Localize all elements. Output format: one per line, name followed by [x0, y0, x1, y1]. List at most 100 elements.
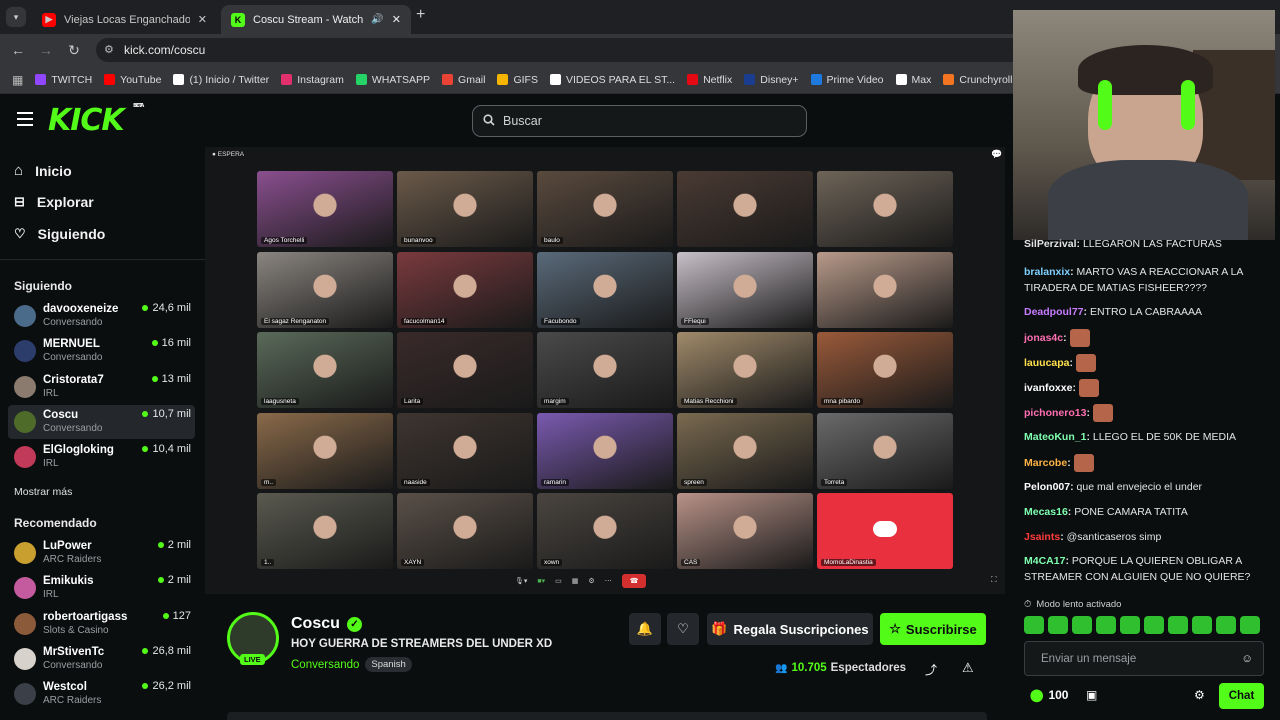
url-bar[interactable]: ⚙ kick.com/coscu [96, 38, 1036, 62]
forward-arrow-icon[interactable]: → [38, 42, 54, 58]
participant-tile[interactable]: ramarin [537, 412, 673, 489]
chat-bubble-icon[interactable]: 💬 [991, 149, 1002, 160]
emoji-icon[interactable]: ☺ [1241, 653, 1253, 665]
chat-settings-icon[interactable]: ⚙ [1194, 688, 1205, 702]
reload-icon[interactable]: ↻ [66, 42, 82, 58]
chat-username[interactable]: Jsaints [1024, 531, 1060, 543]
chat-username[interactable]: pichonero13 [1024, 407, 1086, 419]
chat-username[interactable]: Deadpoul77 [1024, 306, 1084, 318]
participant-tile[interactable]: Facubondo [537, 251, 673, 328]
sidebar-channel-lupower[interactable]: LuPower ARC Raiders 2 mil [8, 536, 195, 570]
chat-username[interactable]: Marcobe [1024, 457, 1067, 469]
chat-username[interactable]: Pelon007 [1024, 481, 1070, 493]
emote-icon[interactable] [1024, 616, 1044, 634]
sidebar-channel-mrstiventc[interactable]: MrStivenTc Conversando 26,8 mil [8, 642, 195, 676]
category-link[interactable]: Conversando [291, 659, 359, 671]
participant-tile[interactable]: margim [537, 332, 673, 408]
site-info-icon[interactable]: ⚙ [104, 43, 114, 56]
chat-input[interactable]: Enviar un mensaje ☺ [1024, 641, 1264, 676]
bookmark-item[interactable]: WHATSAPP [355, 74, 430, 86]
bookmark-item[interactable]: YouTube [104, 74, 161, 86]
nav-inicio[interactable]: ⌂ Inicio [14, 162, 72, 179]
bookmark-item[interactable]: Gmail [442, 74, 485, 86]
participant-tile[interactable]: Agos Torchelli [257, 171, 393, 247]
participant-tile[interactable]: spreen [677, 412, 813, 489]
browser-tab-2[interactable]: K Coscu Stream - Watch Live 🔊 ✕ [221, 5, 411, 34]
camera-icon[interactable]: ■▾ [537, 577, 545, 585]
emote-icon[interactable] [1048, 616, 1068, 634]
sidebar-channel-robertoartigass[interactable]: robertoartigass Slots & Casino 127 [8, 607, 195, 641]
participant-tile[interactable] [817, 171, 953, 247]
browser-tab-1[interactable]: ▶ Viejas Locas Enganchados Parte ✕ [32, 5, 217, 34]
search-input[interactable]: Buscar [472, 105, 807, 137]
chat-username[interactable]: Mecas16 [1024, 506, 1068, 518]
participant-tile[interactable]: xown [537, 493, 673, 569]
participant-tile[interactable]: baulo [537, 171, 673, 247]
kick-logo[interactable]: KICK BETA [48, 103, 144, 138]
show-more-link[interactable]: Mostrar más [14, 486, 72, 498]
follow-button[interactable]: ♡ [667, 613, 699, 645]
participant-tile[interactable]: El sagaz Renganaton [257, 251, 393, 328]
participant-tile[interactable]: XAYN [397, 493, 533, 569]
emote-icon[interactable] [1120, 616, 1140, 634]
fullscreen-icon[interactable]: ⛶ [991, 575, 997, 585]
sidebar-channel-mernuel[interactable]: MERNUEL Conversando 16 mil [8, 334, 195, 368]
close-tab-icon[interactable]: ✕ [392, 13, 401, 26]
bookmark-item[interactable]: GIFS [497, 74, 538, 86]
back-arrow-icon[interactable]: ← [10, 42, 26, 58]
participant-tile[interactable]: 1.. [257, 493, 393, 569]
apps-grid-icon[interactable]: ▦ [12, 73, 23, 87]
participant-tile[interactable]: FFlequi [677, 251, 813, 328]
emote-icon[interactable] [1096, 616, 1116, 634]
store-icon[interactable]: ▣ [1086, 688, 1097, 702]
chat-username[interactable]: lauucapa [1024, 357, 1070, 369]
bookmark-item[interactable]: TWITCH [35, 74, 92, 86]
sidebar-channel-cristorata7[interactable]: Cristorata7 IRL 13 mil [8, 370, 195, 404]
emote-icon[interactable] [1216, 616, 1236, 634]
emote-icon[interactable] [1192, 616, 1212, 634]
participant-tile[interactable]: mna pibardo [817, 332, 953, 408]
notifications-button[interactable]: 🔔 [629, 613, 661, 645]
bookmark-item[interactable]: Instagram [281, 74, 344, 86]
bookmark-item[interactable]: Max [895, 74, 931, 86]
emote-icon[interactable] [1240, 616, 1260, 634]
bookmark-item[interactable]: Prime Video [810, 74, 884, 86]
more-icon[interactable]: ⋯ [605, 577, 612, 585]
tab-search-button[interactable]: ▾ [6, 7, 26, 27]
chat-username[interactable]: MateoKun_1 [1024, 431, 1086, 443]
bookmark-item[interactable]: Crunchyroll [943, 74, 1012, 86]
bookmark-item[interactable]: (1) Inicio / Twitter [173, 74, 269, 86]
mic-icon[interactable]: 🎙▾ [515, 577, 527, 585]
chat-username[interactable]: bralanxix [1024, 266, 1070, 278]
participant-tile[interactable]: CAS [677, 493, 813, 569]
bookmark-item[interactable]: Disney+ [744, 74, 799, 86]
video-player[interactable]: ● ESPERA 💬 Agos Torchelli bunanvoo baulo El… [205, 147, 1005, 612]
chat-username[interactable]: jonas4c [1024, 332, 1063, 344]
language-tag[interactable]: Spanish [365, 657, 412, 672]
report-warning-icon[interactable]: ⚠ [962, 660, 974, 676]
sidebar-channel-elglogloking[interactable]: ElGlogloking IRL 10,4 mil [8, 440, 195, 474]
channel-points[interactable]: ⬤ 100 [1030, 688, 1068, 702]
participant-tile[interactable]: Torreta [817, 412, 953, 489]
grid-icon[interactable]: ▦ [572, 577, 579, 585]
speaker-icon[interactable]: 🔊 [371, 14, 383, 25]
participant-tile[interactable]: naaside [397, 412, 533, 489]
participant-tile[interactable] [817, 251, 953, 328]
new-tab-button[interactable]: + [416, 6, 425, 24]
participant-tile[interactable]: bunanvoo [397, 171, 533, 247]
emote-icon[interactable] [1072, 616, 1092, 634]
participant-tile[interactable]: Matias Recchioni [677, 332, 813, 408]
screen-icon[interactable]: ▭ [555, 577, 562, 585]
chat-username[interactable]: ivanfoxxe [1024, 382, 1072, 394]
gift-subs-button[interactable]: 🎁 Regala Suscripciones [707, 613, 873, 645]
chat-username[interactable]: SilPerzival [1024, 238, 1077, 248]
channel-name[interactable]: Coscu [291, 615, 340, 633]
participant-tile[interactable]: Larita [397, 332, 533, 408]
participant-tile[interactable]: m.. [257, 412, 393, 489]
bookmark-item[interactable]: Netflix [687, 74, 732, 86]
chat-username[interactable]: M4CA17 [1024, 555, 1065, 567]
emote-icon[interactable] [1144, 616, 1164, 634]
participant-tile[interactable]: MomoLaDinastia [817, 493, 953, 569]
share-icon[interactable]: ⤴ [925, 661, 937, 678]
sidebar-channel-westcol[interactable]: Westcol ARC Raiders 26,2 mil [8, 677, 195, 711]
